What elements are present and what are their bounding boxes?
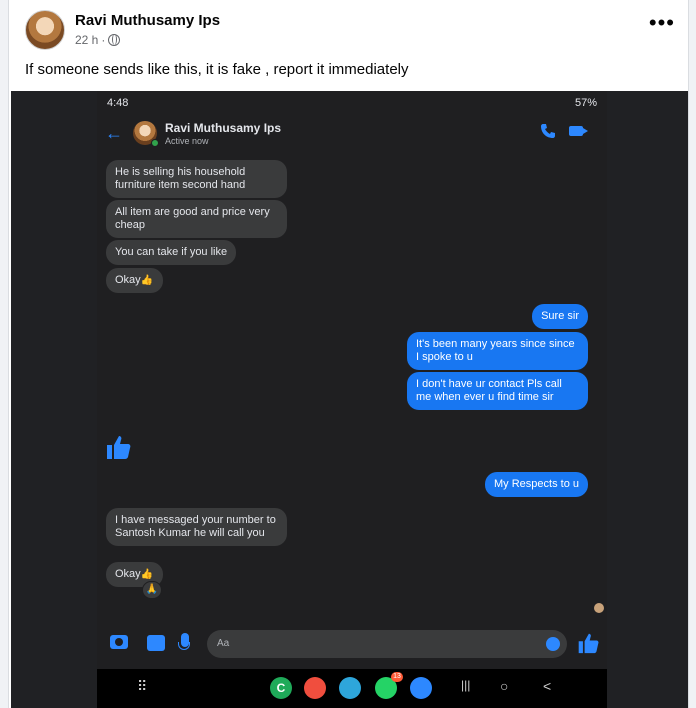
message-input-placeholder: Aa [217, 638, 230, 649]
gallery-icon[interactable] [147, 635, 165, 651]
phone-app-icon[interactable]: C [270, 677, 292, 699]
message-outgoing[interactable]: It's been many years since since I spoke… [407, 332, 588, 370]
author-name[interactable]: Ravi Muthusamy Ips [75, 12, 220, 29]
online-dot-icon [151, 139, 159, 147]
message-outgoing[interactable]: My Respects to u [485, 472, 588, 497]
whatsapp-badge: 13 [391, 672, 403, 682]
like-send-icon[interactable] [577, 632, 599, 654]
android-nav-bar: ⠿ C 13 ||| ○ < [97, 669, 607, 708]
globe-icon [108, 34, 121, 46]
thumbs-up-emoji: 👍 [140, 275, 154, 286]
camera-icon[interactable] [110, 635, 128, 649]
status-time: 4:48 [107, 97, 129, 109]
meta-separator: · [101, 33, 106, 47]
message-input[interactable]: Aa [207, 630, 567, 658]
more-options-button[interactable]: ••• [649, 12, 675, 34]
message-incoming[interactable]: All item are good and price very cheap [106, 200, 287, 238]
chat-status: Active now [165, 136, 209, 146]
post-card: Ravi Muthusamy Ips 22 h · ••• If someone… [8, 0, 689, 708]
post-header: Ravi Muthusamy Ips 22 h · ••• [25, 10, 675, 54]
message-composer: Aa [97, 627, 607, 663]
recent-apps-button[interactable]: ||| [461, 678, 470, 692]
phone-screenshot: 4:48 57% ← Ravi Muthusamy Ips Active now… [97, 91, 607, 708]
reaction-badge[interactable]: 🙏 [142, 581, 162, 599]
message-outgoing[interactable]: I don't have ur contact Pls call me when… [407, 372, 588, 410]
large-like-icon[interactable] [105, 434, 131, 460]
telegram-icon[interactable] [339, 677, 361, 699]
status-battery: 57% [574, 97, 597, 109]
message-text: Okay [115, 274, 141, 286]
thumbs-up-emoji: 👍 [140, 569, 154, 580]
post-time[interactable]: 22 h [75, 33, 98, 47]
message-incoming[interactable]: Okay 👍 [106, 268, 163, 293]
message-incoming[interactable]: You can take if you like [106, 240, 237, 265]
video-call-icon[interactable] [569, 126, 588, 136]
home-button[interactable]: ○ [500, 678, 508, 694]
nav-back-button[interactable]: < [543, 678, 551, 694]
post-text: If someone sends like this, it is fake ,… [25, 61, 409, 78]
microphone-icon[interactable] [178, 633, 190, 650]
post-image[interactable]: 4:48 57% ← Ravi Muthusamy Ips Active now… [11, 91, 688, 708]
emoji-icon[interactable] [546, 637, 560, 651]
contacts-app-icon[interactable] [304, 677, 326, 699]
author-avatar[interactable] [25, 10, 65, 50]
phone-call-icon[interactable] [540, 123, 556, 139]
message-outgoing[interactable]: Sure sir [532, 304, 588, 329]
chat-name[interactable]: Ravi Muthusamy Ips [165, 121, 281, 135]
post-meta: 22 h · [75, 33, 121, 47]
back-arrow-icon[interactable]: ← [105, 123, 123, 144]
chat-header: ← Ravi Muthusamy Ips Active now [97, 117, 607, 153]
message-text: Okay [115, 568, 141, 580]
status-bar: 4:48 57% [97, 97, 607, 113]
seen-avatar [594, 603, 604, 613]
app-grid-icon[interactable]: ⠿ [137, 678, 147, 695]
message-incoming[interactable]: He is selling his household furniture it… [106, 160, 287, 198]
messages-app-icon[interactable] [410, 677, 432, 699]
message-incoming[interactable]: I have messaged your number to Santosh K… [106, 508, 287, 546]
